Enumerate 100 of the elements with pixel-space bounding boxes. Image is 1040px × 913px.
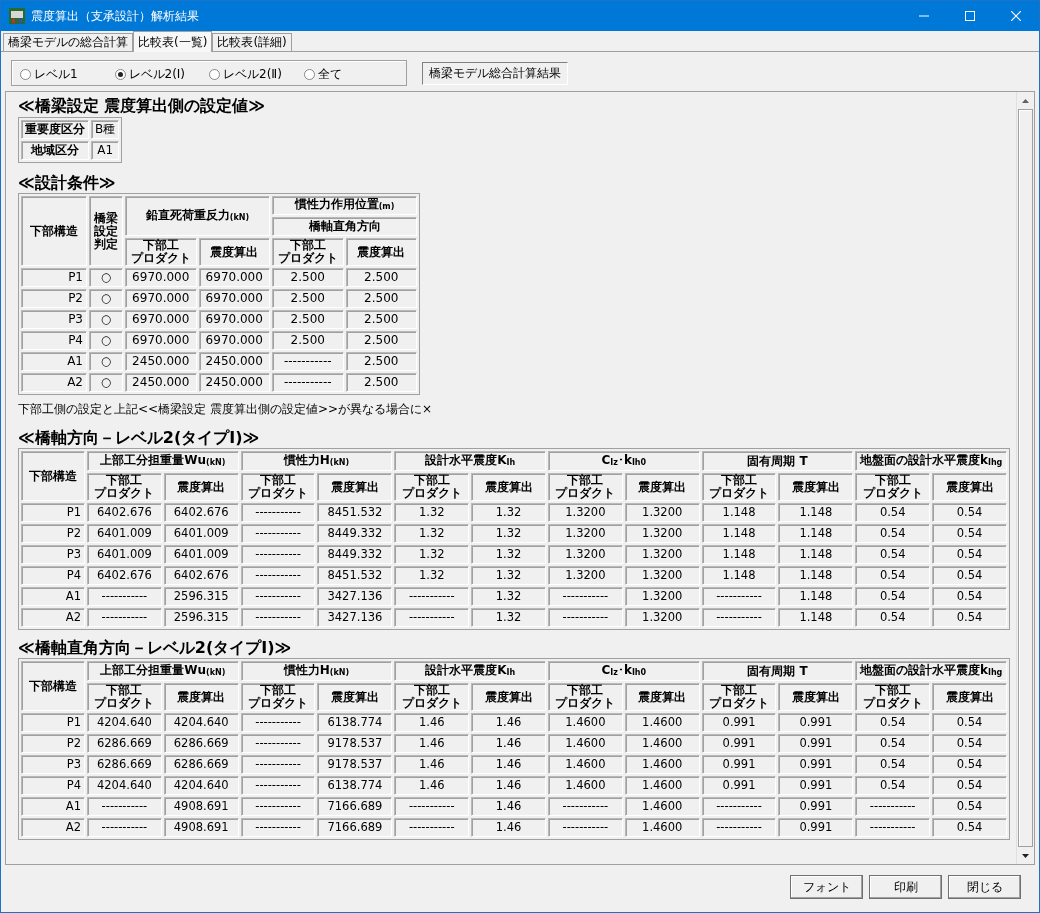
column-header: C$_{Iz}$･k$_{Ih0}$ [547, 451, 700, 471]
table-cell: 4204.640 [163, 713, 239, 732]
column-header-line: 下部工 [413, 684, 451, 697]
table-cell: 8451.532 [317, 503, 393, 522]
table-cell: ----------- [855, 797, 931, 816]
table-cell: ----------- [240, 776, 316, 795]
row-header: P2 [21, 524, 85, 543]
table-cell: ----------- [240, 734, 316, 753]
table-cell: 8451.532 [317, 566, 393, 585]
radio-label[interactable]: 全て [317, 65, 342, 83]
table-cell: ○ [89, 310, 123, 329]
column-header: 震度算出 [624, 473, 700, 501]
table-cell: 1.4600 [624, 776, 700, 795]
column-header-line: 判定 [93, 237, 119, 251]
table-cell: 1.32 [394, 566, 470, 585]
column-header-line: プロダクト [554, 487, 617, 500]
vertical-scrollbar[interactable] [1016, 92, 1034, 864]
radio-label[interactable]: レベル2(Ⅰ) [128, 65, 186, 83]
table-cell: ----------- [240, 608, 316, 627]
table-cell: 1.3200 [624, 608, 700, 627]
table-cell: 9178.537 [317, 755, 393, 774]
dialog-button[interactable]: フォント [790, 875, 863, 899]
table-cell: 6402.676 [87, 503, 162, 522]
column-header-line: プロダクト [276, 252, 339, 265]
table-cell: 1.46 [471, 797, 546, 816]
radio-button[interactable] [114, 68, 126, 80]
column-header: 固有周期 T [701, 661, 854, 681]
tab[interactable]: 比較表(一覧) [133, 31, 213, 52]
table-cell: 6138.774 [317, 713, 393, 732]
column-header: 震度算出 [163, 683, 239, 711]
table-cell: 4204.640 [163, 776, 239, 795]
table-cell: ----------- [240, 755, 316, 774]
column-header-line: 下部工 [106, 684, 144, 697]
column-header: 慣性力作用位置$_{(m)}$ [272, 196, 417, 215]
dialog-button[interactable]: 閉じる [948, 875, 1021, 899]
row-header: P1 [21, 713, 85, 732]
table-cell: 1.46 [471, 818, 546, 837]
column-header: 震度算出 [317, 683, 393, 711]
table-cell: ----------- [547, 818, 623, 837]
tab[interactable]: 橋梁モデルの総合計算 [3, 33, 133, 51]
table-cell: 1.148 [701, 524, 777, 543]
table-cell: 1.3200 [547, 566, 623, 585]
table-cell: 2.500 [272, 331, 344, 350]
table-cell: 2450.000 [198, 352, 270, 371]
table-cell: 3427.136 [317, 587, 393, 606]
table-cell: 1.3200 [547, 545, 623, 564]
scrollbar-thumb[interactable] [1018, 109, 1033, 847]
radio-label[interactable]: レベル1 [34, 65, 78, 83]
column-header: 設計水平震度K$_{Ih}$ [394, 451, 546, 471]
table-cell: 4908.691 [163, 797, 239, 816]
column-header-line: プロダクト [400, 487, 463, 500]
table-cell: 1.32 [394, 503, 470, 522]
table-cell: 1.3200 [624, 524, 700, 543]
table-cell: ----------- [701, 797, 777, 816]
table-cell: ----------- [87, 608, 162, 627]
column-header-line: 橋梁 [93, 211, 119, 225]
table-cell: 1.3200 [547, 503, 623, 522]
table-cell: 0.991 [701, 713, 777, 732]
table-cell: 0.54 [855, 755, 931, 774]
app-icon [9, 8, 25, 24]
column-header-line: プロダクト [554, 697, 617, 710]
column-header-line: プロダクト [247, 697, 310, 710]
table-cell: 1.3200 [547, 524, 623, 543]
radio-label[interactable]: レベル2(Ⅱ) [223, 65, 282, 83]
radio-button[interactable] [303, 68, 315, 80]
table-cell: 2.500 [345, 331, 417, 350]
table-cell: 1.46 [471, 734, 546, 753]
tab[interactable]: 比較表(詳細) [212, 33, 292, 51]
radio-button[interactable] [209, 68, 220, 80]
table-cell: 3427.136 [317, 608, 393, 627]
close-icon [1011, 11, 1021, 21]
column-header-line: プロダクト [93, 697, 156, 710]
table-cell: 2450.000 [125, 373, 197, 392]
dialog-button[interactable]: 印刷 [869, 875, 942, 899]
table-cell: 1.148 [778, 566, 854, 585]
table-cell: 1.4600 [547, 713, 623, 732]
column-header: 震度算出 [471, 683, 546, 711]
table-cell: 0.54 [932, 587, 1007, 606]
table-cell: ○ [89, 289, 123, 308]
table-cell: 9178.537 [317, 734, 393, 753]
table-cell: 1.148 [778, 587, 854, 606]
table-cell: ----------- [701, 608, 777, 627]
table-cell: ----------- [240, 818, 316, 837]
table-cell: 0.991 [701, 755, 777, 774]
column-header: 設計水平震度K$_{Ih}$ [394, 661, 546, 681]
column-header-line: プロダクト [708, 487, 771, 500]
table-cell: 1.148 [701, 503, 777, 522]
table-cell: 0.54 [932, 797, 1007, 816]
table-cell: 1.3200 [624, 503, 700, 522]
table-cell: 2596.315 [163, 587, 239, 606]
table-cell: 6286.669 [163, 755, 239, 774]
column-header: 震度算出 [198, 238, 270, 266]
table-cell: 6970.000 [198, 310, 270, 329]
result-button[interactable]: 橋梁モデル総合計算結果 [422, 62, 568, 85]
row-header: P3 [21, 755, 85, 774]
maximize-icon [965, 11, 975, 21]
table-cell: 6286.669 [163, 734, 239, 753]
table-cell: 6970.000 [125, 268, 197, 287]
column-header: C$_{Iz}$･k$_{Ih0}$ [547, 661, 700, 681]
radio-button[interactable] [20, 68, 31, 80]
